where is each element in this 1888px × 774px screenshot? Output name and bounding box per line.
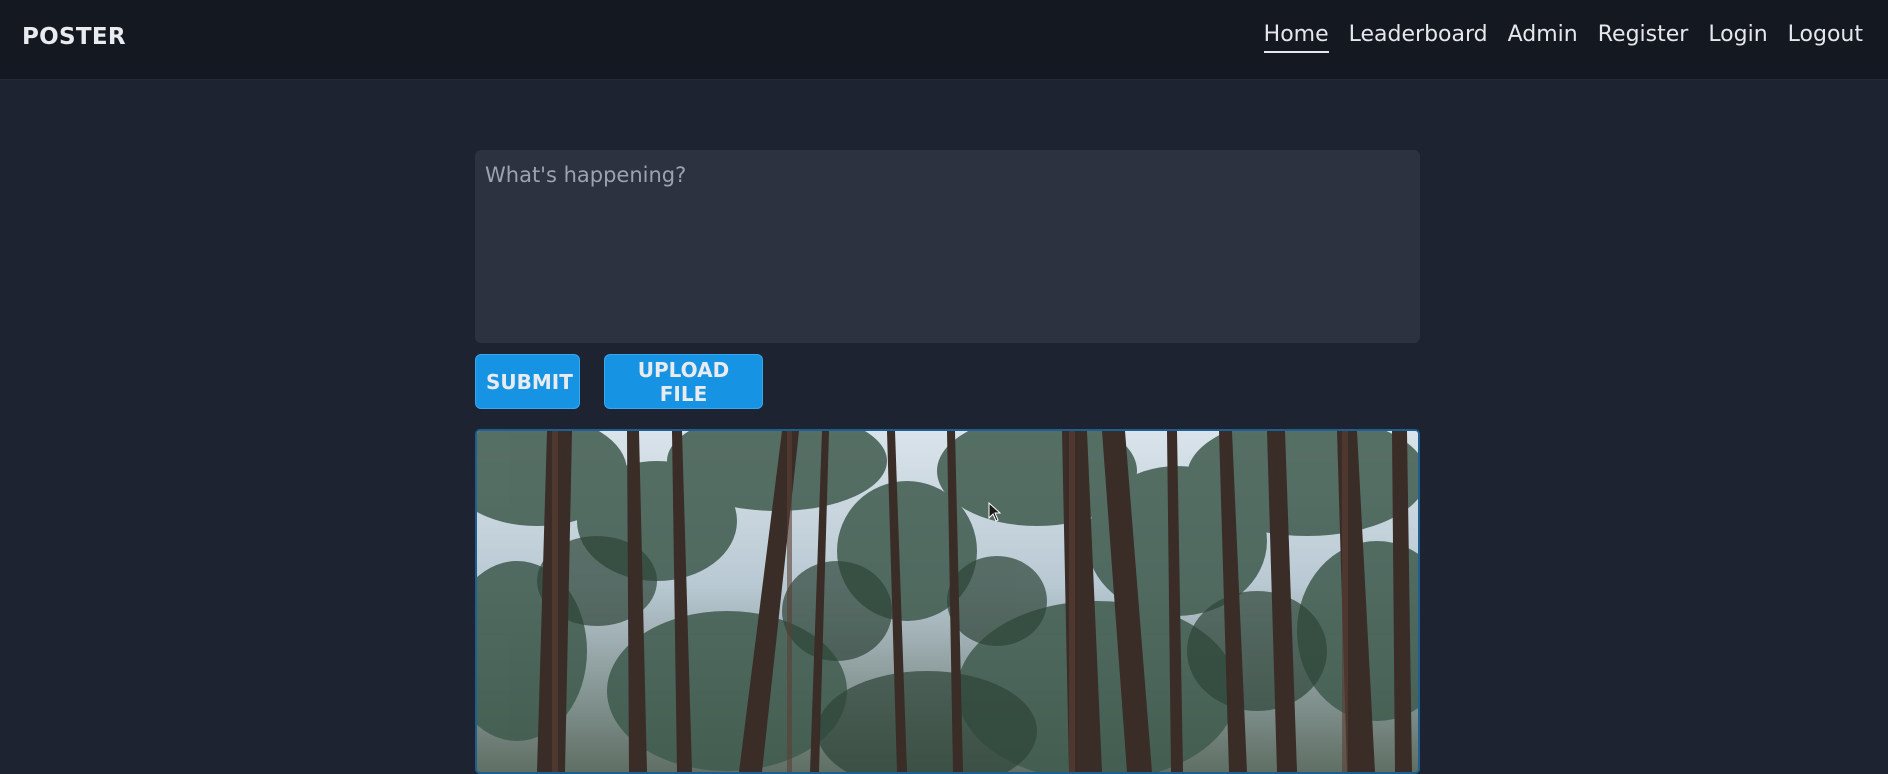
nav-logout-link[interactable]: Logout bbox=[1788, 22, 1863, 53]
post-composer-input[interactable] bbox=[475, 150, 1420, 343]
submit-button[interactable]: SUBMIT bbox=[475, 354, 580, 409]
nav-home-link[interactable]: Home bbox=[1263, 22, 1329, 53]
upload-file-button[interactable]: UPLOAD FILE bbox=[604, 354, 763, 409]
nav-login-link[interactable]: Login bbox=[1708, 22, 1767, 53]
nav-admin-link[interactable]: Admin bbox=[1508, 22, 1578, 53]
top-navbar: POSTER Home Leaderboard Admin Register L… bbox=[0, 0, 1888, 80]
forest-photo bbox=[477, 431, 1418, 772]
nav-leaderboard-link[interactable]: Leaderboard bbox=[1349, 22, 1488, 53]
mouse-pointer-icon bbox=[988, 502, 1002, 522]
nav-register-link[interactable]: Register bbox=[1598, 22, 1689, 53]
post-image bbox=[475, 429, 1420, 774]
brand-logo[interactable]: POSTER bbox=[22, 24, 126, 50]
nav-links: Home Leaderboard Admin Register Login Lo… bbox=[1263, 22, 1863, 53]
